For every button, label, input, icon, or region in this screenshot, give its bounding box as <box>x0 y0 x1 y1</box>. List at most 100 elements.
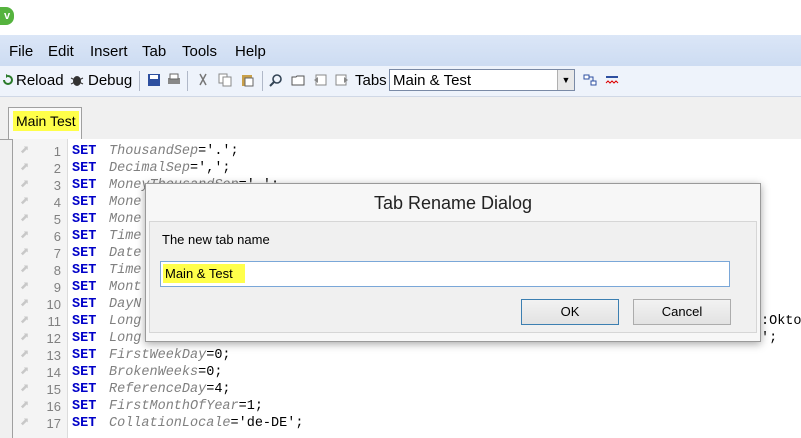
toolbar-separator <box>139 71 140 91</box>
tab-strip: Main Test <box>0 97 801 140</box>
line-number: 16 <box>46 399 61 414</box>
keyword: SET <box>72 144 97 159</box>
keyword: SET <box>72 178 97 193</box>
line-number: 1 <box>53 144 61 159</box>
bookmark-arrow-icon: ⬈ <box>20 400 30 412</box>
code-line: ⬈ 16 SET FirstMonthOfYear=1; <box>13 398 801 415</box>
bookmark-arrow-icon: ⬈ <box>20 230 30 242</box>
bookmark-arrow-icon: ⬈ <box>20 179 30 191</box>
tabs-dropdown-value: Main & Test <box>393 72 472 89</box>
code-line: ⬈ 2 SET DecimalSep=','; <box>13 160 801 177</box>
variable-name: FirstWeekDay=0; <box>109 348 231 363</box>
line-number: 11 <box>47 314 62 329</box>
variable-name: Date <box>109 246 142 261</box>
variable-name: Long <box>109 331 142 346</box>
bookmark-arrow-icon: ⬈ <box>20 366 30 378</box>
ok-button[interactable]: OK <box>521 299 619 325</box>
print-icon[interactable] <box>167 73 181 87</box>
menu-help[interactable]: Help <box>235 43 266 60</box>
line-number: 7 <box>53 246 61 261</box>
code-line: ⬈ 1 SET ThousandSep='.'; <box>13 143 801 160</box>
variable-name: DecimalSep=','; <box>109 161 231 176</box>
bookmark-arrow-icon: ⬈ <box>20 145 30 157</box>
save-icon[interactable] <box>147 73 161 87</box>
title-bar: v <box>0 0 801 35</box>
variable-name: BrokenWeeks=0; <box>109 365 223 380</box>
line-number: 4 <box>53 195 61 210</box>
line-number: 15 <box>46 382 61 397</box>
bookmark-arrow-icon: ⬈ <box>20 196 30 208</box>
chevron-down-icon[interactable]: ▼ <box>557 70 574 90</box>
cut-icon[interactable] <box>196 73 210 87</box>
menu-tab[interactable]: Tab <box>142 43 166 60</box>
debug-icon[interactable] <box>70 73 84 87</box>
line-number: 14 <box>46 365 61 380</box>
keyword: SET <box>72 263 97 278</box>
reload-icon[interactable] <box>1 73 15 87</box>
variable-name: Long <box>109 314 142 329</box>
paste-icon[interactable] <box>240 73 254 87</box>
bookmark-arrow-icon: ⬈ <box>20 213 30 225</box>
menu-insert[interactable]: Insert <box>90 43 128 60</box>
line-number: 5 <box>53 212 61 227</box>
keyword: SET <box>72 280 97 295</box>
variable-name: ThousandSep='.'; <box>109 144 239 159</box>
tab-label: Main Test <box>13 111 79 131</box>
menu-file[interactable]: File <box>9 43 33 60</box>
reload-button[interactable]: Reload <box>16 72 64 89</box>
line-number: 2 <box>53 161 61 176</box>
bookmark-arrow-icon: ⬈ <box>20 315 30 327</box>
keyword: SET <box>72 229 97 244</box>
menu-edit[interactable]: Edit <box>48 43 74 60</box>
code-line-tail: :Oktol <box>761 314 801 329</box>
bookmark-arrow-icon: ⬈ <box>20 349 30 361</box>
bookmark-arrow-icon: ⬈ <box>20 281 30 293</box>
table-viewer-icon[interactable] <box>583 73 597 87</box>
variable-name: CollationLocale='de-DE'; <box>109 416 304 431</box>
back-icon[interactable] <box>313 73 327 87</box>
line-number: 12 <box>46 331 61 346</box>
keyword: SET <box>72 416 97 431</box>
line-number: 9 <box>53 280 61 295</box>
bookmark-arrow-icon: ⬈ <box>20 383 30 395</box>
line-number: 17 <box>46 416 61 431</box>
line-number: 10 <box>46 297 61 312</box>
tabs-dropdown[interactable]: Main & Test ▼ <box>389 69 575 91</box>
tab-rename-dialog: Tab Rename Dialog The new tab name Main … <box>145 183 761 342</box>
code-line: ⬈ 13 SET FirstWeekDay=0; <box>13 347 801 364</box>
folder-icon[interactable] <box>291 73 305 87</box>
variable-name: Mone <box>109 212 142 227</box>
bookmark-arrow-icon: ⬈ <box>20 162 30 174</box>
bookmark-arrow-icon: ⬈ <box>20 417 30 429</box>
line-number: 13 <box>46 348 61 363</box>
line-number: 8 <box>53 263 61 278</box>
new-tab-name-value: Main & Test <box>163 264 245 283</box>
keyword: SET <box>72 365 97 380</box>
bookmark-arrow-icon: ⬈ <box>20 247 30 259</box>
keyword: SET <box>72 382 97 397</box>
keyword: SET <box>72 331 97 346</box>
variable-name: Time <box>109 229 142 244</box>
keyword: SET <box>72 348 97 363</box>
menu-tools[interactable]: Tools <box>182 43 217 60</box>
bookmark-arrow-icon: ⬈ <box>20 298 30 310</box>
find-icon[interactable] <box>269 73 283 87</box>
keyword: SET <box>72 161 97 176</box>
menu-bar: File Edit Insert Tab Tools Help <box>0 35 801 67</box>
tabs-label: Tabs <box>355 72 387 89</box>
code-line: ⬈ 14 SET BrokenWeeks=0; <box>13 364 801 381</box>
new-tab-name-input[interactable]: Main & Test <box>160 261 730 287</box>
copy-icon[interactable] <box>218 73 232 87</box>
code-line: ⬈ 15 SET ReferenceDay=4; <box>13 381 801 398</box>
forward-icon[interactable] <box>335 73 349 87</box>
cancel-button[interactable]: Cancel <box>633 299 731 325</box>
variable-name: ReferenceDay=4; <box>109 382 231 397</box>
debug-button[interactable]: Debug <box>88 72 132 89</box>
new-tab-name-label: The new tab name <box>162 232 270 247</box>
keyword: SET <box>72 314 97 329</box>
qlikview-app-icon: v <box>0 7 14 25</box>
variable-name: DayN <box>109 297 142 312</box>
syntax-check-icon[interactable] <box>605 73 619 87</box>
tab-main-test[interactable]: Main Test <box>8 107 82 139</box>
variable-name: Mont <box>109 280 142 295</box>
